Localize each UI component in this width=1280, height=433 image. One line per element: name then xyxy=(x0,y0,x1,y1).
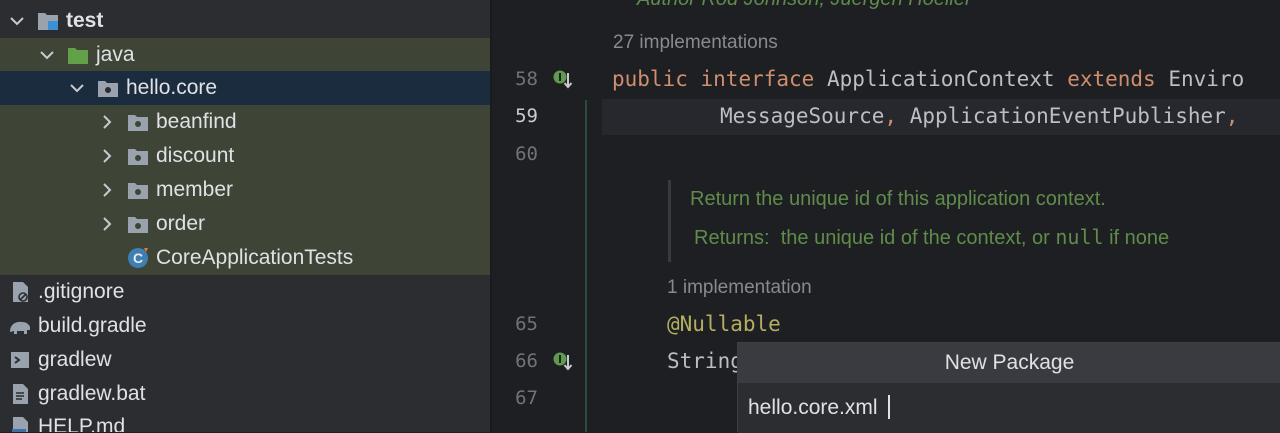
tree-item-label: HELP.md xyxy=(38,415,126,432)
tree-item-build-gradle[interactable]: build.gradle xyxy=(0,309,490,343)
identifier: ApplicationContext xyxy=(826,67,1055,91)
tree-item-gitignore[interactable]: .gitignore xyxy=(0,275,490,309)
tree-item-label: test xyxy=(66,9,104,32)
javadoc-returns: Returns: the unique id of the context, o… xyxy=(694,225,1169,250)
tree-item-label: discount xyxy=(156,144,235,167)
package-icon xyxy=(126,144,150,168)
javadoc-description: Return the unique id of this application… xyxy=(690,188,1106,210)
code-line-66: String xyxy=(667,349,743,373)
javadoc-returns-text: the unique id of the context, or xyxy=(780,227,1050,249)
line-number: 65 xyxy=(515,313,538,335)
source-folder-icon xyxy=(66,43,90,67)
svg-text:C: C xyxy=(133,250,143,266)
tree-item-hello-core[interactable]: hello.core xyxy=(0,71,490,105)
chevron-down-icon[interactable] xyxy=(66,77,88,99)
chevron-right-icon[interactable] xyxy=(96,145,118,167)
javadoc-returns-label: Returns: xyxy=(694,227,770,249)
tree-item-order[interactable]: order xyxy=(0,207,490,241)
tree-item-test[interactable]: test xyxy=(0,4,490,38)
test-folder-icon xyxy=(36,9,60,33)
tree-item-discount[interactable]: discount xyxy=(0,139,490,173)
package-icon xyxy=(126,178,150,202)
line-number: 66 xyxy=(515,350,538,372)
shell-script-icon xyxy=(8,348,32,372)
implementations-hint[interactable]: 27 implementations xyxy=(613,32,778,54)
tree-item-label: hello.core xyxy=(126,76,218,99)
package-icon xyxy=(96,76,120,100)
chevron-right-icon[interactable] xyxy=(96,213,118,235)
tree-item-java[interactable]: java xyxy=(0,38,490,72)
javadoc-author: Author Rod Johnson, Juergen Hoeller xyxy=(637,0,972,11)
package-icon xyxy=(126,110,150,134)
tree-item-member[interactable]: member xyxy=(0,173,490,207)
code-line-58: public interface ApplicationContext exte… xyxy=(612,67,1244,91)
test-class-icon: C xyxy=(126,246,150,270)
chevron-right-icon[interactable] xyxy=(96,179,118,201)
javadoc-returns-text-end: if none xyxy=(1109,227,1170,249)
identifier: MessageSource xyxy=(720,104,885,128)
line-number: 67 xyxy=(515,387,538,409)
text-file-icon xyxy=(8,382,32,406)
tree-item-beanfind[interactable]: beanfind xyxy=(0,105,490,139)
tree-item-gradlew[interactable]: gradlew xyxy=(0,343,490,377)
gitignore-file-icon xyxy=(8,280,32,304)
line-number: 58 xyxy=(515,68,538,90)
tree-item-gradlew-bat[interactable]: gradlew.bat xyxy=(0,377,490,411)
tree-item-help-md[interactable]: HELP.md xyxy=(0,410,490,432)
chevron-down-icon[interactable] xyxy=(36,44,58,66)
line-number: 60 xyxy=(515,143,538,165)
identifier: Enviro xyxy=(1168,67,1245,91)
javadoc-bar xyxy=(668,180,671,262)
popup-title: New Package xyxy=(738,343,1280,383)
tree-item-label: CoreApplicationTests xyxy=(156,246,354,269)
fold-guide xyxy=(585,100,587,432)
tree-item-label: java xyxy=(96,43,135,66)
tree-item-label: build.gradle xyxy=(38,314,147,337)
tree-item-label: gradlew xyxy=(38,348,112,371)
line-number: 59 xyxy=(515,105,538,127)
tree-item-label: order xyxy=(156,212,206,235)
punctuation: , xyxy=(1225,104,1239,128)
package-name-input[interactable] xyxy=(738,383,1280,433)
implemented-interface-icon[interactable] xyxy=(552,349,574,375)
code-line-59: MessageSource, ApplicationEventPublisher… xyxy=(720,104,1238,128)
text-caret xyxy=(888,395,890,419)
chevron-down-icon[interactable] xyxy=(6,10,28,32)
markdown-file-icon xyxy=(8,415,32,432)
tree-item-label: .gitignore xyxy=(38,280,125,303)
code-line-65: @Nullable xyxy=(667,312,781,336)
tree-item-core-application-tests[interactable]: C CoreApplicationTests xyxy=(0,241,490,275)
punctuation: , xyxy=(884,104,898,128)
tree-item-label: gradlew.bat xyxy=(38,382,146,405)
keyword: public xyxy=(612,67,688,91)
tree-item-label: beanfind xyxy=(156,110,237,133)
chevron-right-icon[interactable] xyxy=(96,111,118,133)
tree-item-label: member xyxy=(156,178,234,201)
keyword: interface xyxy=(700,67,815,91)
identifier: ApplicationEventPublisher xyxy=(909,104,1226,128)
keyword: extends xyxy=(1067,67,1156,91)
implementations-hint[interactable]: 1 implementation xyxy=(667,277,812,299)
implemented-interface-icon[interactable] xyxy=(552,67,574,93)
package-icon xyxy=(126,212,150,236)
new-package-popup: New Package xyxy=(737,342,1280,433)
javadoc-null: null xyxy=(1055,225,1104,249)
project-tree: test java hello.core beanfind discount m… xyxy=(0,0,490,432)
gradle-elephant-icon xyxy=(8,314,32,338)
